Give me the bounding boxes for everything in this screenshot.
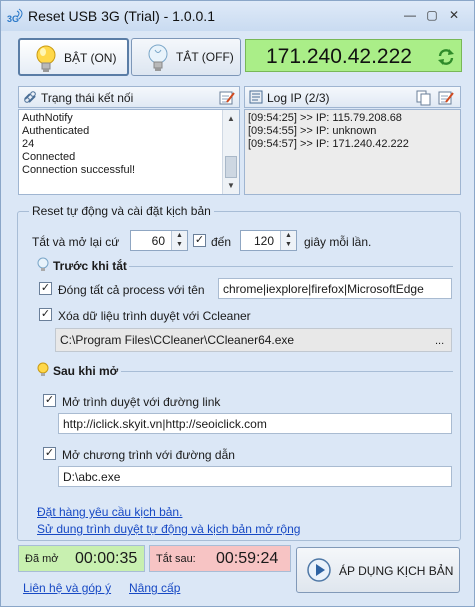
log-line: [09:54:25] >> IP: 115.79.208.68	[248, 112, 402, 124]
contact-feedback-link[interactable]: Liên hệ và góp ý	[23, 581, 111, 595]
opened-time: 00:00:35	[75, 550, 138, 567]
status-textbox[interactable]: AuthNotify Authenticated 24 Connected Co…	[18, 109, 240, 195]
off-button-label: TẮT (OFF)	[176, 50, 234, 64]
seconds-unit-label: giây mỗi lần.	[304, 235, 372, 249]
open-browser-checkbox[interactable]: ✓	[43, 394, 56, 407]
stepper-down-icon[interactable]: ▼	[281, 240, 296, 249]
ccleaner-label: Xóa dữ liệu trình duyệt với Ccleaner	[58, 309, 251, 323]
browser-links-input[interactable]: http://iclick.skyit.vn|http://seoiclick.…	[58, 413, 452, 434]
current-ip: 171.240.42.222	[266, 45, 412, 68]
log-icon	[249, 90, 263, 104]
status-line: AuthNotify	[22, 112, 73, 124]
usage-guide-link[interactable]: Sử dung trình duyệt tự động và kịch bản …	[37, 522, 300, 536]
app-logo-icon: 3G	[7, 8, 23, 24]
ccleaner-checkbox[interactable]: ✓	[39, 308, 52, 321]
title-bar: 3G Reset USB 3G (Trial) - 1.0.0.1 — ▢ ✕	[1, 1, 474, 31]
off-button[interactable]: TẮT (OFF)	[131, 38, 241, 76]
cycle-label: Tắt và mở lại cứ	[32, 235, 120, 249]
before-off-title: Trước khi tắt	[53, 259, 127, 273]
script-group-title: Reset tự động và cài đặt kịch bản	[29, 204, 214, 218]
current-ip-display: 171.240.42.222	[245, 39, 462, 72]
ccleaner-path-input[interactable]: C:\Program Files\CCleaner\CCleaner64.exe	[55, 328, 452, 352]
from-seconds-value: 60	[151, 234, 165, 248]
window-title: Reset USB 3G (Trial) - 1.0.0.1	[28, 8, 215, 24]
to-seconds-stepper[interactable]: 120 ▲ ▼	[240, 230, 297, 251]
upgrade-link[interactable]: Nâng cấp	[129, 581, 180, 595]
scroll-up-icon[interactable]: ▲	[227, 112, 235, 125]
stepper-up-icon[interactable]: ▲	[281, 231, 296, 240]
status-line: 24	[22, 138, 35, 150]
close-process-label: Đóng tất cả process với tên	[58, 283, 205, 297]
opened-label: Đã mở	[25, 553, 59, 565]
bulb-on-icon	[36, 45, 56, 72]
stepper-buttons: ▲ ▼	[280, 231, 296, 250]
on-button-label: BẬT (ON)	[64, 51, 117, 65]
stepper-down-icon[interactable]: ▼	[172, 240, 187, 249]
order-script-link[interactable]: Đặt hàng yêu cầu kịch bản.	[37, 505, 182, 519]
after-open-title: Sau khi mở	[53, 364, 119, 378]
status-panel-header: Trạng thái kết nối	[18, 86, 240, 108]
restore-button[interactable]: ▢	[422, 7, 442, 23]
apply-script-button[interactable]: ÁP DỤNG KỊCH BẢN	[296, 547, 460, 593]
stepper-buttons: ▲ ▼	[171, 231, 187, 250]
refresh-ip-icon[interactable]	[437, 48, 455, 66]
status-line: Connection successful!	[22, 164, 136, 176]
scroll-thumb[interactable]	[225, 156, 237, 178]
app-window: 3G Reset USB 3G (Trial) - 1.0.0.1 — ▢ ✕ …	[0, 0, 475, 607]
section-divider	[129, 266, 453, 267]
play-icon	[307, 558, 331, 582]
status-scrollbar[interactable]: ▲ ▼	[222, 110, 239, 194]
process-names-input[interactable]: chrome|iexplore|firefox|MicrosoftEdge	[218, 278, 452, 299]
apply-script-label: ÁP DỤNG KỊCH BẢN	[339, 564, 454, 578]
clear-status-icon[interactable]	[219, 90, 235, 106]
bulb-off-small-icon	[37, 257, 49, 271]
scroll-down-icon[interactable]: ▼	[227, 179, 235, 192]
opened-timer: Đã mở 00:00:35	[18, 545, 145, 572]
stepper-up-icon[interactable]: ▲	[172, 231, 187, 240]
from-seconds-stepper[interactable]: 60 ▲ ▼	[130, 230, 188, 251]
svg-text:3G: 3G	[7, 14, 19, 24]
log-textbox[interactable]: [09:54:25] >> IP: 115.79.208.68 [09:54:5…	[244, 109, 461, 195]
ccleaner-path-value: C:\Program Files\CCleaner\CCleaner64.exe	[60, 333, 295, 347]
log-panel-header: Log IP (2/3)	[244, 86, 461, 108]
to-label: đến	[211, 235, 232, 249]
open-browser-label: Mở trình duyệt với đường link	[62, 395, 221, 409]
open-program-checkbox[interactable]: ✓	[43, 447, 56, 460]
program-path-input[interactable]: D:\abc.exe	[58, 466, 452, 487]
to-seconds-value: 120	[253, 234, 274, 248]
off-after-timer: Tắt sau: 00:59:24	[149, 545, 291, 572]
log-line: [09:54:55] >> IP: unknown	[248, 125, 377, 137]
clear-log-icon[interactable]	[438, 90, 454, 106]
section-divider	[121, 371, 453, 372]
on-button[interactable]: BẬT (ON)	[18, 38, 129, 76]
status-line: Connected	[22, 151, 76, 163]
status-line: Authenticated	[22, 125, 90, 137]
random-range-checkbox[interactable]: ✓	[193, 234, 206, 247]
bulb-on-small-icon	[37, 362, 49, 376]
open-program-label: Mở chương trình với đường dẫn	[62, 448, 235, 462]
status-panel-title: Trạng thái kết nối	[41, 91, 134, 105]
minimize-button[interactable]: —	[400, 7, 420, 23]
log-line: [09:54:57] >> IP: 171.240.42.222	[248, 138, 409, 150]
close-button[interactable]: ✕	[444, 7, 464, 23]
link-icon	[24, 91, 36, 103]
bulb-off-icon	[148, 44, 168, 71]
copy-icon[interactable]	[416, 90, 432, 106]
off-after-time: 00:59:24	[216, 550, 279, 567]
log-panel-title: Log IP (2/3)	[267, 91, 330, 105]
close-process-checkbox[interactable]: ✓	[39, 282, 52, 295]
off-after-label: Tắt sau:	[156, 553, 196, 565]
browse-ccleaner-button[interactable]: ...	[435, 335, 444, 347]
